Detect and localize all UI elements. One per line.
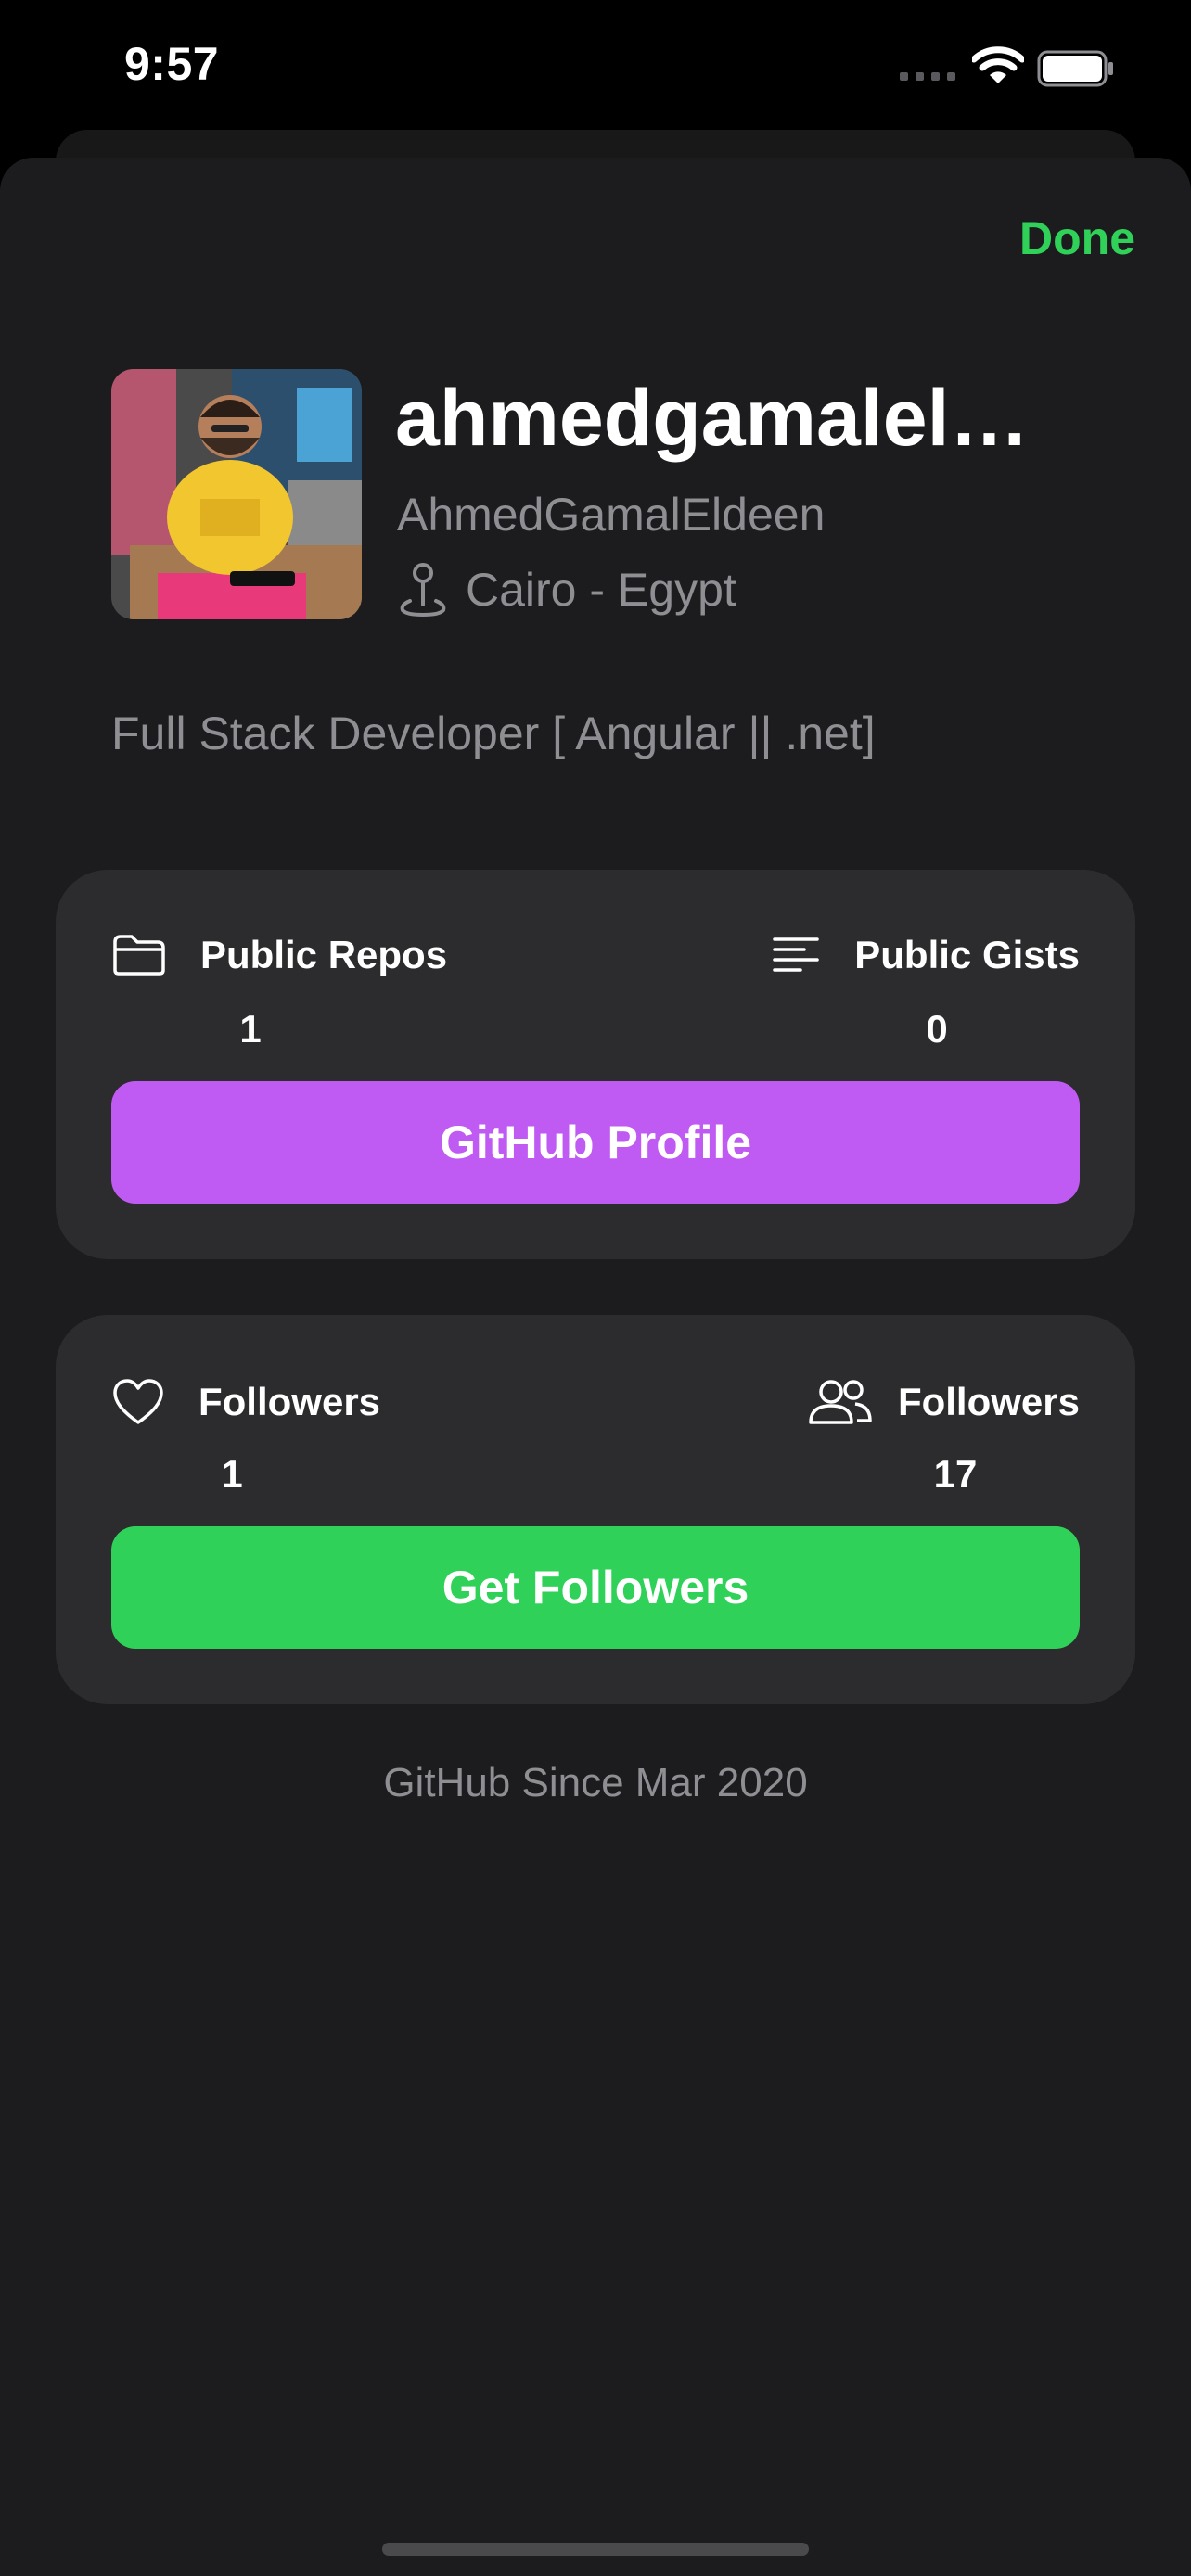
- status-bar: 9:57: [0, 0, 1191, 139]
- text-align-left-icon: [773, 937, 820, 972]
- public-gists-stat: Public Gists: [771, 933, 1080, 977]
- cellular-signal-icon: [900, 72, 955, 81]
- username: ahmedgamaleldeen: [395, 374, 1063, 463]
- github-profile-button[interactable]: GitHub Profile: [111, 1081, 1080, 1204]
- following-value: 17: [933, 1452, 978, 1496]
- location: Cairo - Egypt: [397, 562, 736, 618]
- public-gists-value: 0: [926, 1007, 948, 1051]
- public-repos-value: 1: [239, 1007, 262, 1051]
- done-button[interactable]: Done: [1019, 211, 1135, 265]
- bio: Full Stack Developer [ Angular || .net]: [111, 708, 876, 759]
- avatar: [111, 369, 362, 619]
- folder-icon: [113, 935, 165, 976]
- get-followers-button[interactable]: Get Followers: [111, 1526, 1080, 1649]
- home-indicator[interactable]: [382, 2543, 809, 2556]
- location-text: Cairo - Egypt: [466, 564, 736, 616]
- following-label: Followers: [897, 1380, 1080, 1423]
- battery-icon: [1037, 50, 1113, 87]
- repos-card: Public Repos 1 Public Gists 0 GitHub Pro…: [56, 870, 1135, 1259]
- followers-label: Followers: [198, 1380, 381, 1423]
- following-stat: Followers: [807, 1378, 1080, 1426]
- public-repos-stat: Public Repos: [111, 933, 447, 977]
- followers-value: 1: [221, 1452, 243, 1496]
- github-since-date: GitHub Since Mar 2020: [383, 1760, 808, 1805]
- public-gists-label: Public Gists: [854, 933, 1080, 976]
- status-time: 9:57: [124, 38, 220, 90]
- followers-stat: Followers: [111, 1378, 380, 1426]
- location-pin-icon: [400, 563, 446, 618]
- person-2-icon: [809, 1380, 872, 1424]
- public-repos-label: Public Repos: [200, 933, 448, 976]
- user-info-sheet: Done ahmedgamaleldeen AhmedGamalEldeen C…: [0, 158, 1191, 2576]
- followers-card: Followers 1 Followers 17 Get Followers: [56, 1315, 1135, 1704]
- heart-icon: [113, 1379, 163, 1424]
- wifi-icon: [972, 46, 1024, 83]
- display-name: AhmedGamalEldeen: [397, 489, 826, 541]
